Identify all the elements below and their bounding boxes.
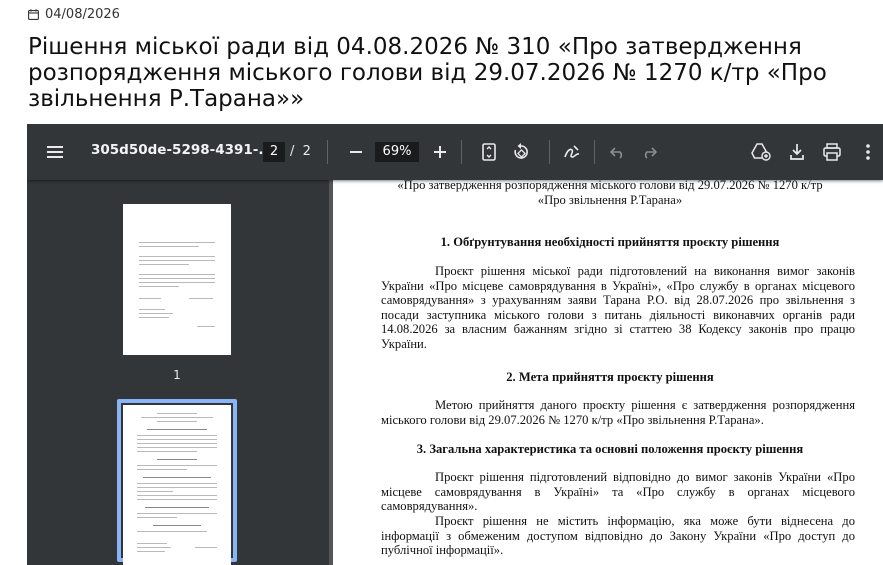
thumbnail-sidebar: 1	[27, 180, 329, 565]
section-1-text: Проєкт рішення міської ради підготовлени…	[381, 264, 855, 351]
section-3-text-1: Проєкт рішення підготовлений відповідно …	[381, 470, 855, 514]
document-title-line-2: «Про звільнення Р.Тарана»	[537, 193, 683, 207]
menu-button[interactable]	[47, 142, 65, 162]
more-vert-icon	[866, 144, 870, 160]
fit-page-icon	[482, 143, 496, 161]
thumbnail-label: 1	[173, 368, 181, 382]
page-separator: /	[290, 144, 295, 159]
page-number-input[interactable]: 2	[263, 142, 285, 162]
download-button[interactable]	[787, 141, 807, 163]
toolbar-divider	[327, 140, 328, 164]
zoom-input[interactable]: 69%	[375, 142, 419, 162]
draw-icon	[564, 145, 580, 158]
document-title-line-1: «Про затвердження розпорядження міського…	[397, 178, 823, 192]
article-date: 04/08/2026	[28, 6, 120, 22]
article-date-text: 04/08/2026	[45, 6, 120, 22]
pdf-viewer: 305d50de-5298-4391-... 2 / 2 69% 1 «Про …	[27, 124, 883, 565]
rotate-button[interactable]	[510, 141, 532, 163]
fit-page-button[interactable]	[479, 141, 499, 163]
more-actions-button[interactable]	[861, 141, 875, 163]
print-button[interactable]	[821, 141, 843, 163]
add-to-drive-icon	[751, 143, 771, 161]
zoom-out-button[interactable]	[347, 142, 365, 162]
redo-icon	[644, 147, 657, 159]
rotate-icon	[514, 143, 528, 159]
document-filename: 305d50de-5298-4391-...	[91, 142, 274, 158]
section-3-heading: 3. Загальна характеристика та основні по…	[416, 442, 804, 456]
page-thumbnail-1[interactable]	[123, 204, 231, 355]
annotate-button[interactable]	[561, 141, 583, 163]
article-title: Рішення міської ради від 04.08.2026 № 31…	[28, 34, 827, 112]
pdf-toolbar: 305d50de-5298-4391-... 2 / 2 69%	[27, 124, 883, 180]
print-icon	[823, 143, 841, 161]
calendar-icon	[28, 8, 39, 20]
toolbar-divider	[549, 140, 550, 164]
section-1-heading: 1. Обґрунтування необхідності прийняття …	[440, 235, 780, 249]
section-2-text: Метою прийняття даного проєкту рішення є…	[381, 398, 855, 427]
section-2-heading: 2. Мета прийняття проєкту рішення	[506, 370, 714, 384]
pdf-page: «Про затвердження розпорядження міського…	[333, 178, 883, 565]
zoom-out-icon	[350, 151, 362, 153]
add-to-drive-button[interactable]	[750, 141, 772, 163]
toolbar-divider	[461, 140, 462, 164]
menu-icon	[47, 146, 63, 158]
page-count: / 2	[290, 142, 311, 162]
total-pages: 2	[302, 144, 311, 159]
zoom-in-icon	[434, 146, 446, 158]
undo-icon	[610, 147, 623, 159]
download-icon	[790, 144, 804, 160]
redo-button[interactable]	[639, 142, 659, 162]
page-thumbnail-2[interactable]	[123, 405, 231, 565]
section-3-text-2: Проєкт рішення не містить інформацію, як…	[381, 514, 855, 558]
zoom-in-button[interactable]	[431, 142, 449, 162]
undo-button[interactable]	[608, 142, 628, 162]
toolbar-divider	[594, 140, 595, 164]
